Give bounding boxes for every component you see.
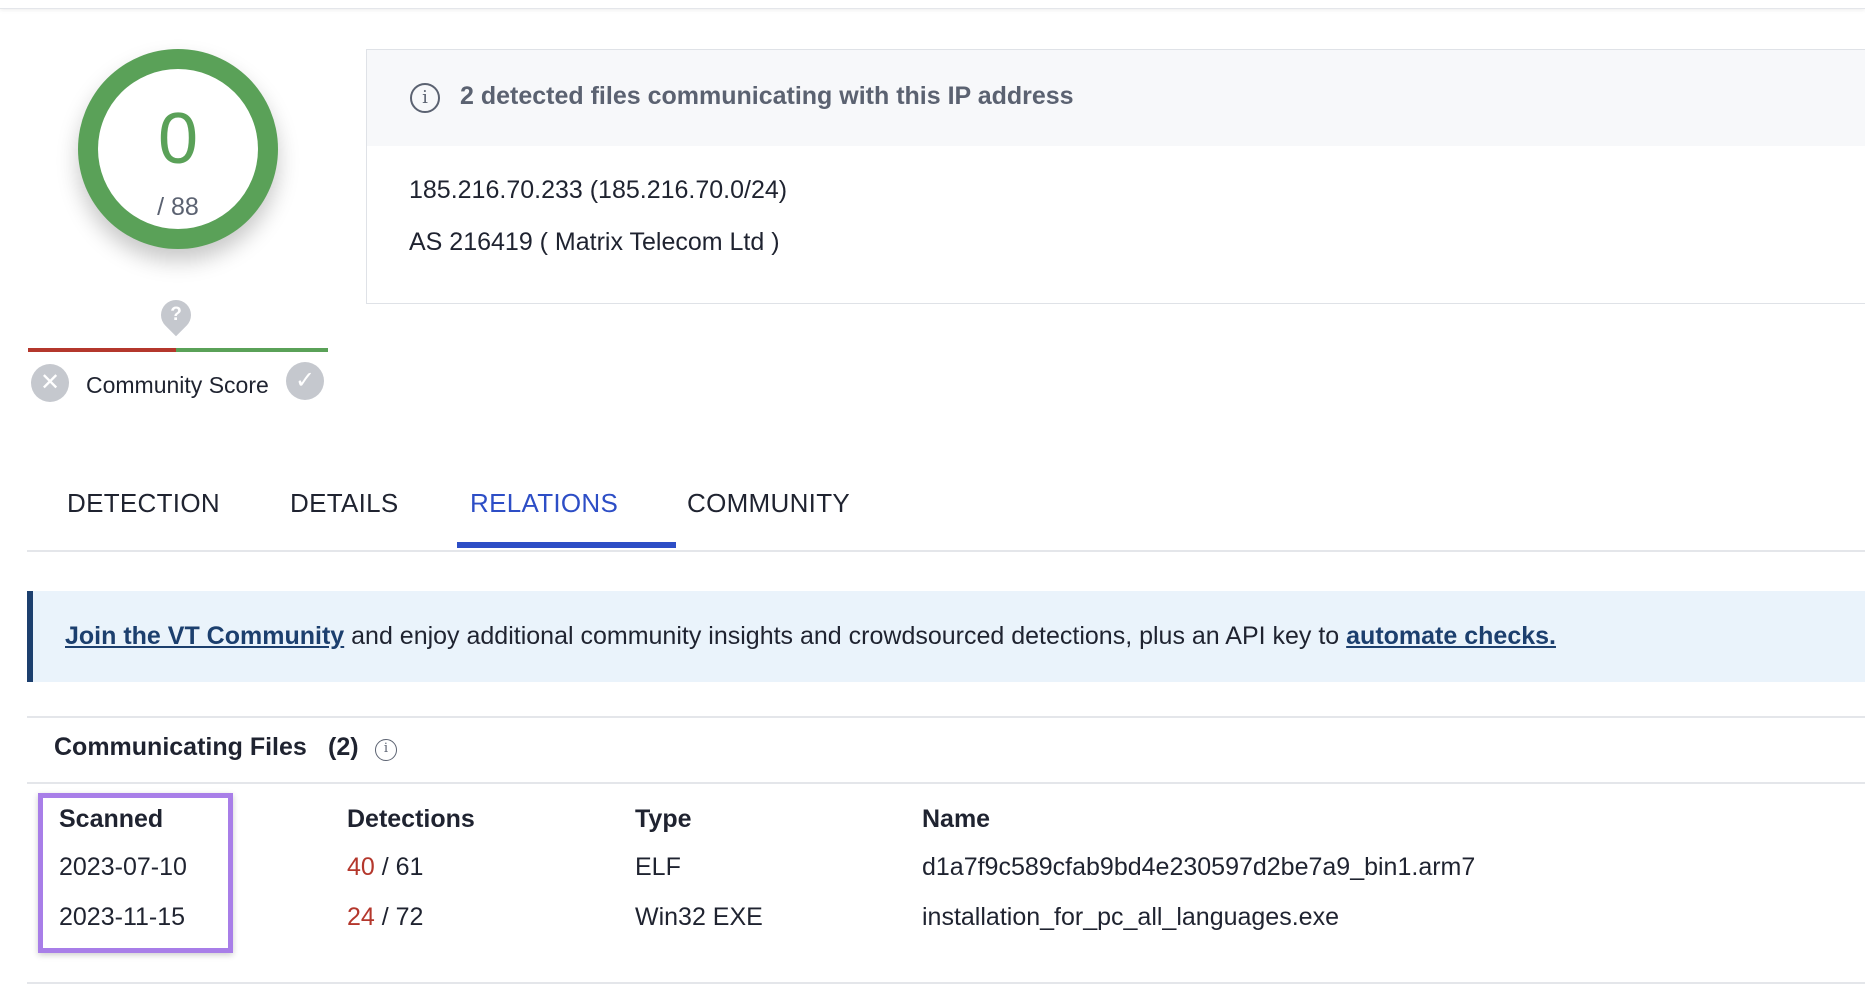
row1-total: / 61 [374, 853, 424, 881]
banner-middle-text: and enjoy additional community insights … [344, 622, 1347, 650]
column-header-name[interactable]: Name [922, 805, 990, 834]
row2-name-link[interactable]: installation_for_pc_all_languages.exe [922, 903, 1339, 932]
row1-positives: 40 [347, 853, 375, 881]
row1-name-link[interactable]: d1a7f9c589cfab9bd4e230597d2be7a9_bin1.ar… [922, 853, 1475, 882]
section-divider-header [27, 782, 1865, 784]
community-score-label: Community Score [86, 372, 269, 398]
section-divider-top [27, 716, 1865, 718]
tab-bar: DETECTION DETAILS RELATIONS COMMUNITY [27, 456, 1865, 552]
row2-detections: 24 / 72 [347, 903, 423, 932]
row1-type: ELF [635, 853, 681, 881]
detection-count: 0 [157, 99, 199, 179]
question-pin-icon: ? [154, 293, 198, 337]
score-bar-positive [176, 348, 328, 352]
active-tab-indicator [457, 542, 676, 548]
detection-score-ring: 0 / 88 [78, 49, 278, 249]
column-header-type[interactable]: Type [635, 805, 692, 834]
card-header: i 2 detected files communicating with th… [367, 50, 1865, 146]
scanned-column-highlight [38, 793, 233, 953]
communicating-files-count: (2) [328, 733, 359, 761]
info-icon: i [410, 83, 440, 113]
tab-detection[interactable]: DETECTION [67, 488, 220, 519]
section-divider-bottom [27, 982, 1865, 984]
row1-detections: 40 / 61 [347, 853, 423, 882]
row2-positives: 24 [347, 903, 375, 931]
vote-harmless-icon[interactable]: ✓ [286, 362, 324, 400]
column-header-detections[interactable]: Detections [347, 805, 475, 834]
ip-address-line: 185.216.70.233 (185.216.70.0/24) [409, 176, 788, 204]
tab-relations[interactable]: RELATIONS [470, 488, 618, 519]
community-banner: Join the VT Community and enjoy addition… [27, 591, 1865, 682]
tab-community[interactable]: COMMUNITY [687, 488, 850, 519]
section-info-icon[interactable]: i [375, 739, 397, 761]
score-inner: 0 / 88 [98, 69, 258, 229]
communicating-files-title: Communicating Files [54, 733, 307, 761]
row2-type: Win32 EXE [635, 903, 763, 931]
engine-total: / 88 [157, 193, 199, 221]
automate-checks-link[interactable]: automate checks. [1346, 622, 1556, 650]
banner-text: Join the VT Community and enjoy addition… [65, 622, 1556, 651]
as-line: AS 216419 ( Matrix Telecom Ltd ) [409, 228, 780, 256]
row2-total: / 72 [374, 903, 424, 931]
tab-details[interactable]: DETAILS [290, 488, 399, 519]
top-header-edge [0, 0, 1865, 9]
community-score-bar [28, 348, 328, 352]
vote-harmful-icon[interactable]: ✕ [31, 364, 69, 402]
card-header-text: 2 detected files communicating with this… [460, 82, 1074, 110]
join-community-link[interactable]: Join the VT Community [65, 622, 344, 650]
score-bar-negative [28, 348, 176, 352]
ip-summary-card: i 2 detected files communicating with th… [366, 49, 1865, 304]
